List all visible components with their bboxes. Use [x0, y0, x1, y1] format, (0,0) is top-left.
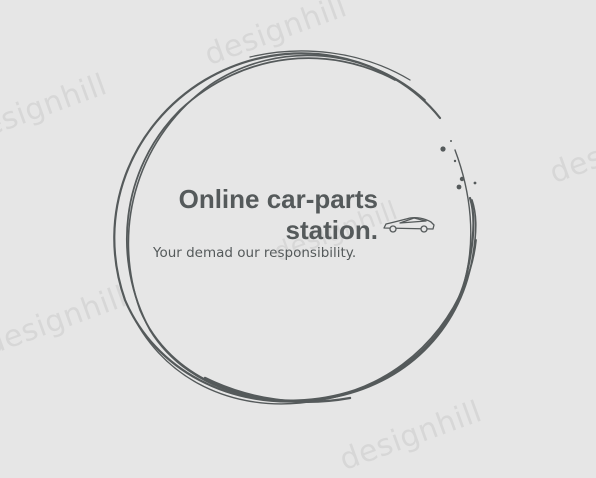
sports-car-icon [383, 216, 435, 233]
brand-title-line1: Online car-parts [178, 184, 378, 214]
brand-tagline: Your demad our responsibility. [153, 245, 357, 261]
decorative-dots [440, 140, 477, 190]
brand-title-line2: station. [285, 215, 378, 245]
brand-title: Online car-parts station. [179, 184, 378, 246]
